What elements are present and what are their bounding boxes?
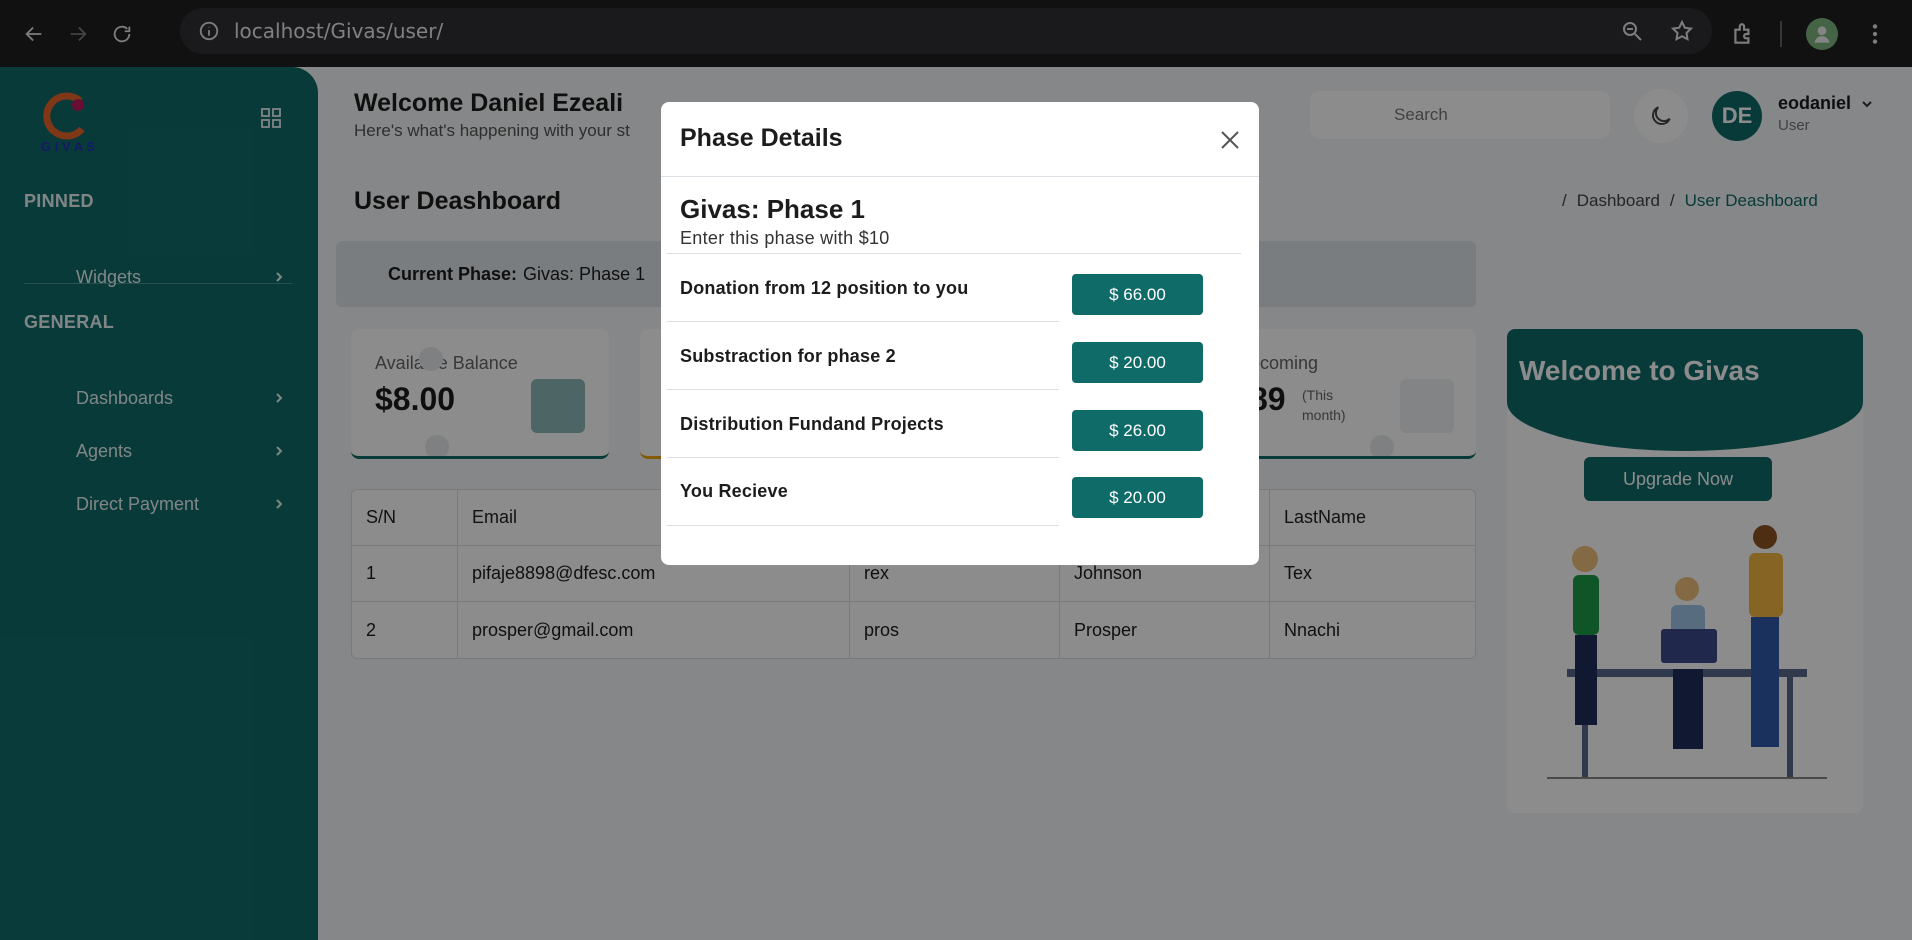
detail-label: You Recieve <box>680 481 788 501</box>
row-divider <box>667 321 1059 322</box>
modal-header: Phase Details <box>661 102 1259 177</box>
detail-label: Donation from 12 position to you <box>680 278 969 298</box>
phase-description: Enter this phase with $10 <box>680 228 890 248</box>
row-divider <box>667 457 1059 458</box>
amount-badge[interactable]: $ 20.00 <box>1072 477 1203 518</box>
row-divider <box>667 389 1059 390</box>
amount-badge[interactable]: $ 66.00 <box>1072 274 1203 315</box>
modal-title: Phase Details <box>680 124 843 152</box>
close-icon[interactable] <box>1218 128 1242 152</box>
phase-name: Givas: Phase 1 <box>680 194 865 224</box>
amount-badge[interactable]: $ 20.00 <box>1072 342 1203 383</box>
phase-details-modal: Phase Details Givas: Phase 1 Enter this … <box>661 102 1259 565</box>
modal-divider <box>667 253 1241 254</box>
detail-label: Distribution Fundand Projects <box>680 414 944 434</box>
amount-badge[interactable]: $ 26.00 <box>1072 410 1203 451</box>
detail-label: Substraction for phase 2 <box>680 346 896 366</box>
row-divider <box>667 525 1059 526</box>
